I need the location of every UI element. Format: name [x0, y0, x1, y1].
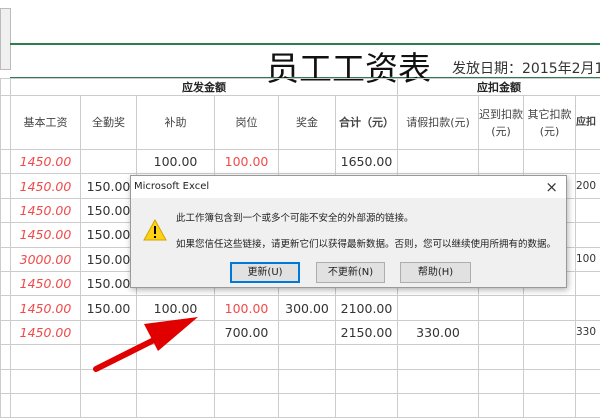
red-arrow-annotation — [0, 0, 600, 400]
